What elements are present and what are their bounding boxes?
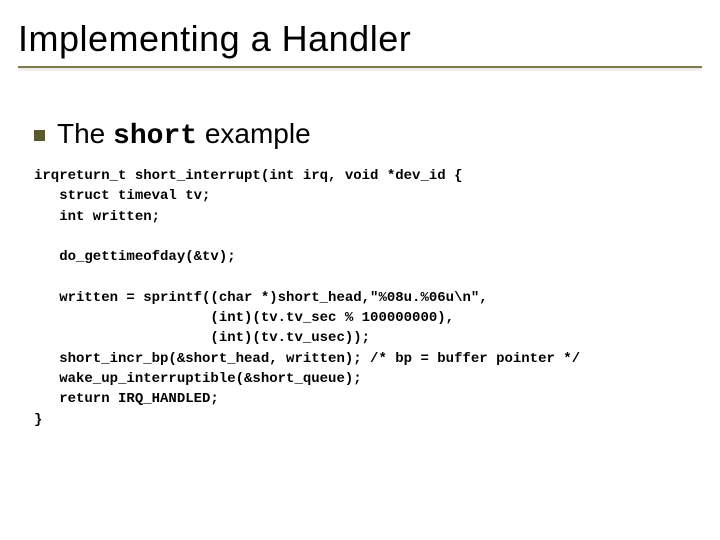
slide: Implementing a Handler The short example… — [0, 0, 720, 540]
title-block: Implementing a Handler — [18, 18, 702, 68]
slide-title: Implementing a Handler — [18, 18, 702, 60]
bullet-suffix: example — [197, 118, 311, 149]
title-underline — [18, 66, 702, 68]
bullet-prefix: The — [57, 118, 113, 149]
code-block: irqreturn_t short_interrupt(int irq, voi… — [34, 166, 686, 430]
bullet-item: The short example — [34, 118, 686, 152]
bullet-text: The short example — [57, 118, 311, 152]
slide-body: The short example irqreturn_t short_inte… — [34, 118, 686, 430]
square-bullet-icon — [34, 130, 45, 141]
bullet-mono: short — [113, 121, 197, 152]
